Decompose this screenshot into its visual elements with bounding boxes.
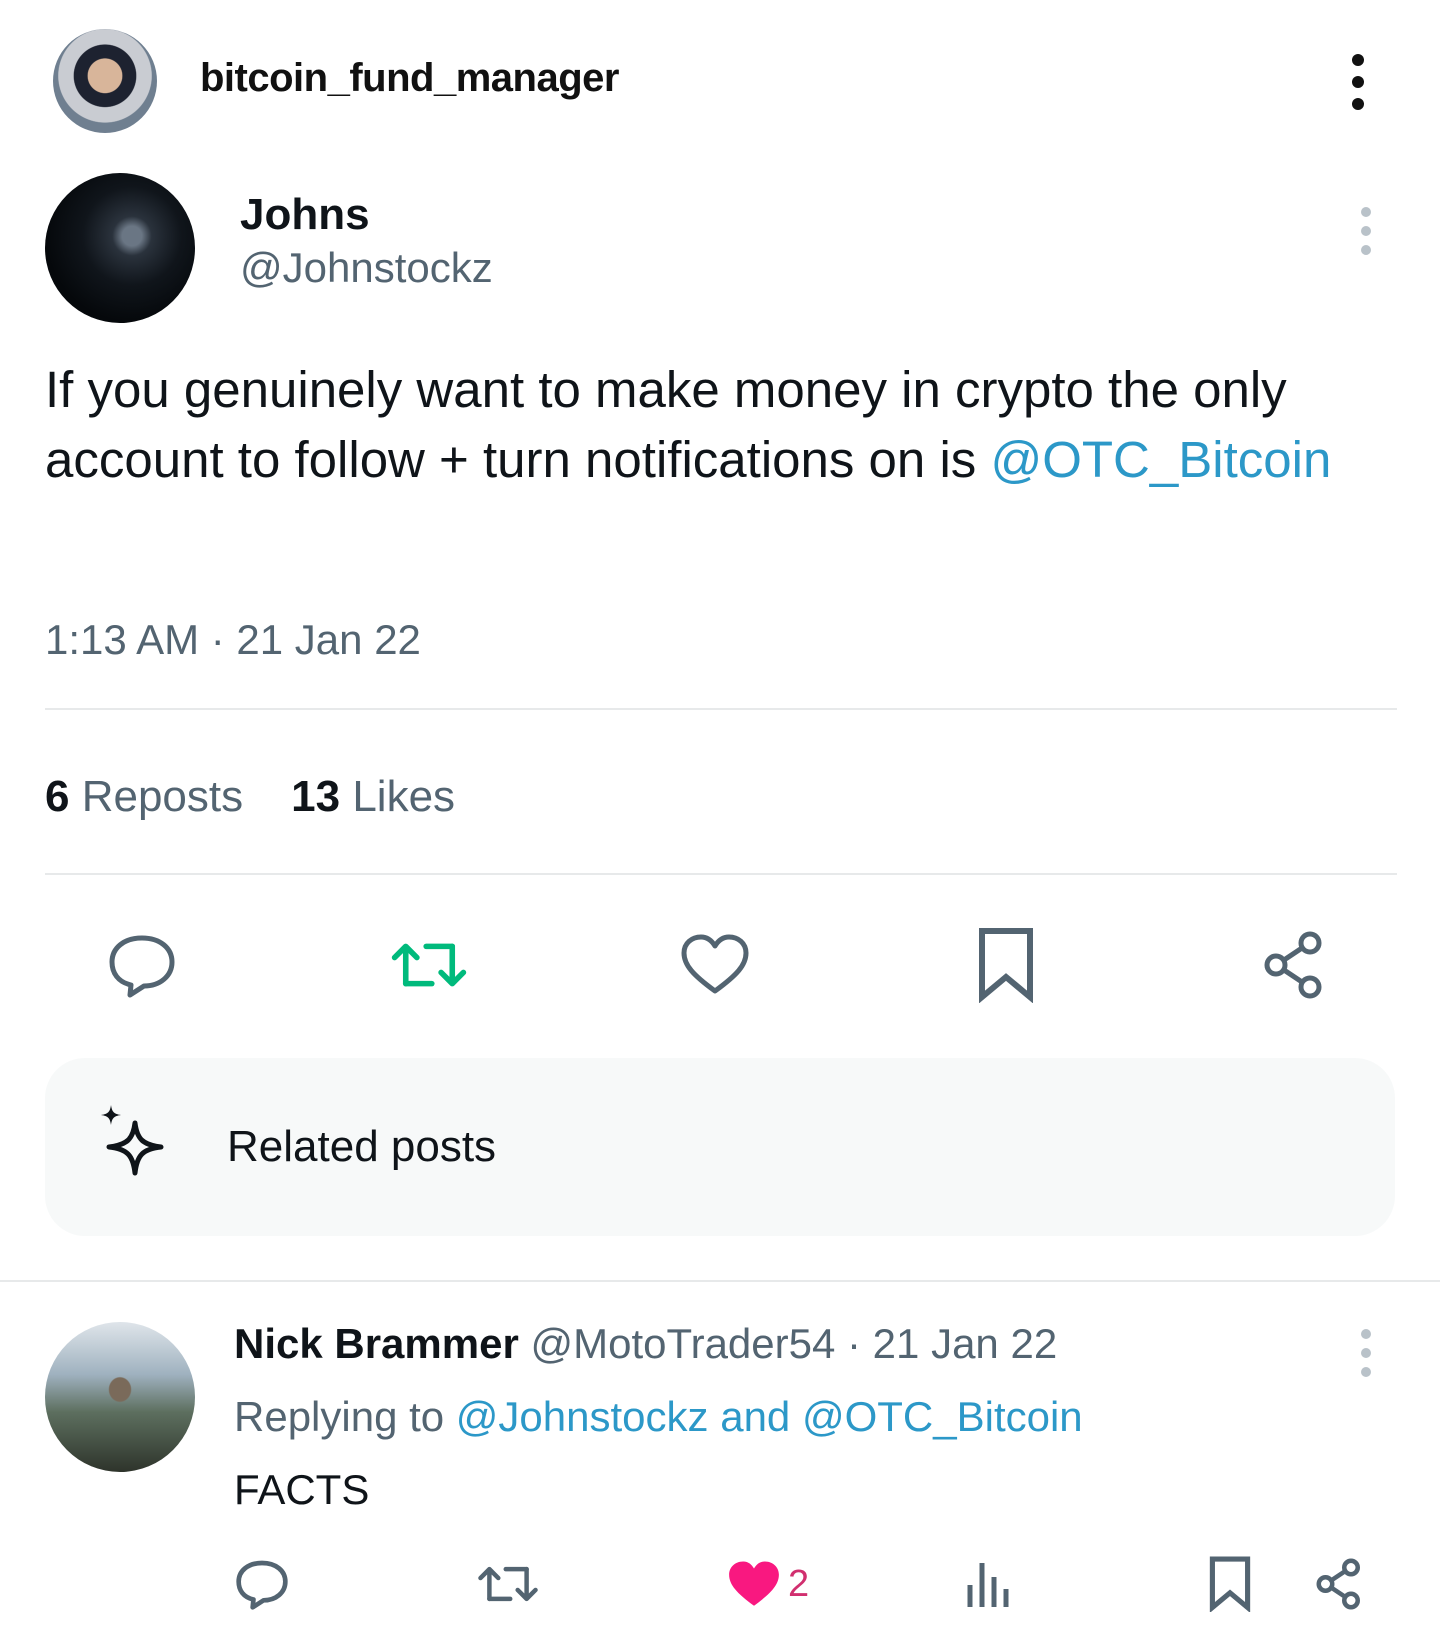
repost-button[interactable] <box>389 925 469 1005</box>
likes-count: 13 <box>291 772 341 821</box>
views-icon <box>967 1563 1009 1607</box>
bookmark-button[interactable] <box>966 925 1046 1005</box>
reposts-label: Reposts <box>81 772 244 821</box>
tweet-text: If you genuinely want to make money in c… <box>45 355 1395 495</box>
reply-views-button[interactable] <box>964 1552 1010 1616</box>
reply-like-button[interactable]: 2 <box>726 1552 809 1616</box>
repost-icon <box>478 1566 538 1602</box>
share-icon <box>1316 1558 1360 1610</box>
reply-like-count: 2 <box>788 1562 810 1605</box>
header-more-icon[interactable] <box>1346 52 1370 112</box>
reply-bookmark-button[interactable] <box>1208 1552 1252 1616</box>
reply-icon <box>236 1560 288 1610</box>
like-button[interactable] <box>675 925 755 1005</box>
share-icon <box>1264 931 1322 999</box>
replying-targets-link[interactable]: @Johnstockz and @OTC_Bitcoin <box>456 1393 1083 1440</box>
related-posts-button[interactable]: Related posts <box>45 1058 1395 1236</box>
section-divider <box>0 1280 1440 1282</box>
reply-more-icon[interactable] <box>1356 1328 1376 1378</box>
reply-repost-button[interactable] <box>476 1552 540 1616</box>
likes-stat[interactable]: 13 Likes <box>291 772 455 822</box>
top-header: bitcoin_fund_manager <box>0 0 1440 160</box>
tweet-mention-link[interactable]: @OTC_Bitcoin <box>990 431 1331 488</box>
tweet-timestamp[interactable]: 1:13 AM · 21 Jan 22 <box>45 616 421 664</box>
reply-date[interactable]: · 21 Jan 22 <box>847 1320 1057 1367</box>
divider <box>45 873 1397 875</box>
sparkle-icon <box>101 1105 164 1176</box>
like-icon <box>681 934 749 994</box>
reply-button[interactable] <box>102 925 182 1005</box>
like-filled-icon <box>729 1561 779 1606</box>
reply-text: FACTS <box>234 1466 370 1513</box>
bookmark-icon <box>979 928 1033 1003</box>
bookmark-icon <box>1209 1556 1251 1612</box>
reply-author-avatar[interactable] <box>45 1322 195 1472</box>
divider <box>45 708 1397 710</box>
header-avatar[interactable] <box>53 29 157 133</box>
replying-prefix: Replying to <box>234 1393 456 1440</box>
likes-label: Likes <box>352 772 456 821</box>
reply-author-name[interactable]: Nick Brammer <box>234 1320 519 1367</box>
author-handle[interactable]: @Johnstockz <box>240 244 493 292</box>
author-name[interactable]: Johns <box>240 190 370 240</box>
tweet-stats: 6 Reposts 13 Likes <box>45 772 455 822</box>
replying-to: Replying to @Johnstockz and @OTC_Bitcoin <box>234 1393 1083 1441</box>
reposts-stat[interactable]: 6 Reposts <box>45 772 243 822</box>
header-username[interactable]: bitcoin_fund_manager <box>200 56 619 101</box>
reply-icon <box>109 935 175 998</box>
related-posts-label: Related posts <box>227 1122 497 1171</box>
repost-icon <box>391 943 467 987</box>
reposts-count: 6 <box>45 772 70 821</box>
share-button[interactable] <box>1254 925 1334 1005</box>
reply-header: Nick Brammer @MotoTrader54 · 21 Jan 22 <box>234 1320 1057 1368</box>
reply-author-handle[interactable]: @MotoTrader54 <box>530 1320 835 1367</box>
reply-share-button[interactable] <box>1312 1552 1366 1616</box>
author-avatar[interactable] <box>45 173 195 323</box>
reply-reply-button[interactable] <box>234 1552 290 1616</box>
tweet-more-icon[interactable] <box>1356 206 1376 256</box>
